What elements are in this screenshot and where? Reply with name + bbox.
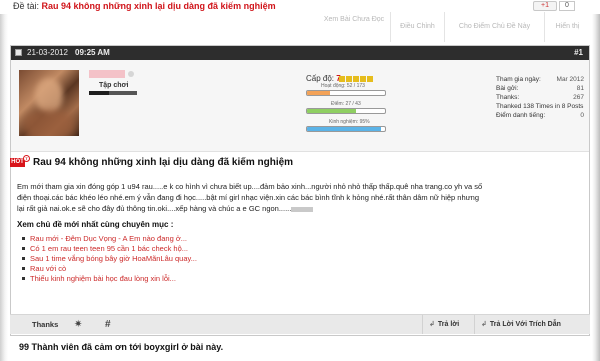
unread-posts-link[interactable]: Xem Bài Chưa Đọc: [318, 12, 390, 42]
post-body: Em mới tham gia xin đóng góp 1 u94 rau..…: [17, 181, 587, 214]
related-thread-link[interactable]: Có 1 em rau teen teen 95 cần 1 bác check…: [22, 244, 197, 254]
user-title: Tập chơi: [99, 82, 129, 89]
star-icon: [353, 76, 359, 82]
post-body-line: lại rất giả nai.ok.e sẽ cho đây đủ thông…: [17, 203, 587, 214]
avatar[interactable]: [19, 70, 79, 136]
post-date: 21-03-2012: [27, 48, 68, 57]
thanks-summary: 99 Thành viên đã cảm ơn tới boyxgirl ở b…: [19, 342, 224, 352]
avatar-body: [23, 110, 75, 136]
activity-bar: [306, 90, 386, 96]
hidden-text: [291, 206, 314, 212]
stat-row: Tham gia ngày: Mar 2012: [496, 76, 584, 83]
thanks-button[interactable]: Thanks: [32, 315, 58, 334]
username-link[interactable]: [89, 70, 125, 78]
asterisk-icon[interactable]: ✷: [74, 315, 82, 334]
level-label: Cấp độ: 7: [306, 74, 341, 83]
stat-row: Thanked 138 Times in 8 Posts: [496, 103, 584, 110]
post-body-line: điện thoại.các bác khéo léo nhé.em ý vẫn…: [17, 193, 480, 202]
post-number-link[interactable]: #1: [574, 46, 583, 60]
left-edge-shadow: [0, 0, 8, 361]
reputation-bar: [89, 91, 137, 95]
related-threads-title: Xem chủ đề mới nhất cùng chuyên mục :: [17, 220, 174, 229]
google-plus-button[interactable]: +1: [533, 1, 557, 11]
thread-title-link[interactable]: Rau 94 không những xinh lại dịu dàng đã …: [42, 1, 276, 11]
post-header: 21-03-2012 09:25 AM #1: [11, 46, 589, 60]
related-thread-link[interactable]: Sau 1 time vắng bóng bây giờ HoaMãnLâu q…: [22, 254, 197, 264]
points-bar-fill: [307, 109, 357, 113]
stat-row: Thanks: 267: [496, 94, 584, 101]
hot-badge-icon: HOT: [10, 155, 30, 167]
star-icon: [360, 76, 366, 82]
post-select-checkbox[interactable]: [15, 49, 22, 56]
reply-arrow-icon: ↲: [429, 321, 435, 328]
post-body-line: Em mới tham gia xin đóng góp 1 u94 rau..…: [17, 182, 483, 191]
experience-bar-fill: [307, 127, 382, 131]
user-stats: Tham gia ngày: Mar 2012 Bài gởi: 81 Thanks…: [496, 75, 584, 120]
related-thread-link[interactable]: Thiếu kinh nghiệm bài học đau lòng xin l…: [22, 274, 197, 284]
stat-row: Điểm danh tiếng: 0: [496, 112, 584, 119]
user-info-panel: Tập chơi Cấp độ: 7 Hoạt động: 52 / 173 Đ…: [11, 60, 589, 152]
activity-bar-fill: [307, 91, 331, 95]
quote-arrow-icon: ↲: [481, 321, 487, 328]
post-time: 09:25 AM: [75, 48, 110, 57]
star-icon: [346, 76, 352, 82]
thread-tools: Xem Bài Chưa Đọc Điều Chỉnh Cho Điểm Chủ…: [318, 12, 590, 42]
points-label: Điểm: 27 / 43: [331, 101, 361, 107]
display-modes-menu[interactable]: Hiển thị: [544, 12, 590, 42]
star-icon: [367, 76, 373, 82]
post-heading: Rau 94 không những xinh lại dịu dàng đã …: [33, 157, 294, 168]
reply-button[interactable]: ↲ Trả lời: [422, 315, 470, 334]
activity-label: Hoạt động: 52 / 173: [321, 83, 365, 89]
right-edge-shadow: [592, 0, 600, 361]
experience-label: Kinh nghiệm: 95%: [329, 119, 370, 125]
rate-thread-menu[interactable]: Cho Điểm Chủ Đề Này: [444, 12, 544, 42]
quote-reply-button[interactable]: ↲ Trả Lời Với Trích Dẫn: [474, 315, 586, 334]
related-threads-list: Rau mới - Đêm Dục Vọng - A Em nào đang ở…: [22, 234, 197, 284]
experience-bar: [306, 126, 386, 132]
avatar-face: [35, 78, 63, 114]
offline-status-icon: [128, 71, 134, 77]
thread-title-label: Đề tài: Rau 94 không những xinh lại dịu …: [13, 1, 276, 11]
thread-tools-menu[interactable]: Điều Chỉnh: [390, 12, 444, 42]
stat-row: Bài gởi: 81: [496, 85, 584, 92]
post-footer: Thanks ✷ # ↲ Trả lời ↲ Trả Lời Với Trích D…: [10, 314, 590, 334]
related-thread-link[interactable]: Rau mới - Đêm Dục Vọng - A Em nào đang ở…: [22, 234, 197, 244]
star-icon: [339, 76, 345, 82]
related-thread-link[interactable]: Rau với cò: [22, 264, 197, 274]
google-plus-count: 0: [559, 1, 575, 11]
report-icon[interactable]: #: [105, 315, 111, 334]
points-bar: [306, 108, 386, 114]
